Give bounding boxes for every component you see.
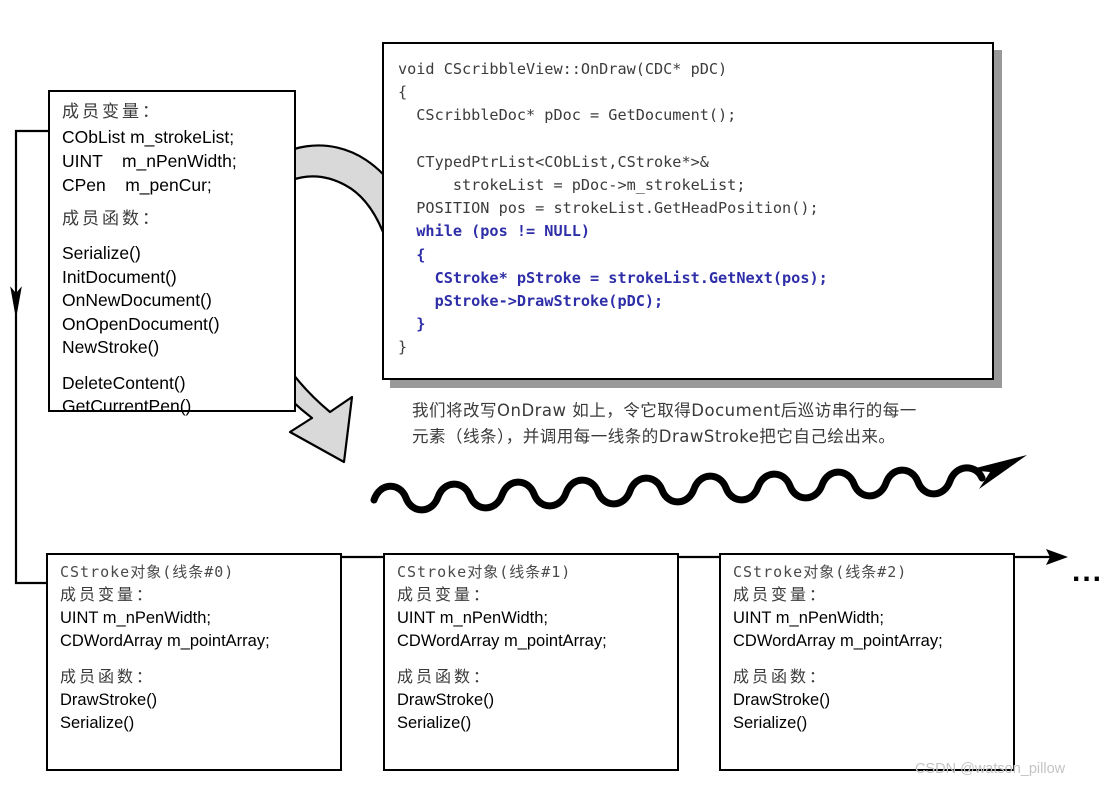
- code-line: }: [398, 338, 408, 357]
- doc-member-var: UINT m_nPenWidth;: [62, 151, 237, 171]
- doc-function: InitDocument(): [62, 266, 177, 287]
- cstroke-title: CStroke对象(线条#0): [60, 563, 235, 581]
- cstroke-function: DrawStroke(): [397, 691, 495, 709]
- code-line: void CScribbleView::OnDraw(CDC* pDC): [398, 60, 728, 78]
- cstroke-members-heading: 成员变量：: [733, 585, 829, 604]
- cstroke-member-var: UINT m_nPenWidth;: [733, 609, 884, 627]
- squiggle-arrow: [370, 455, 1027, 514]
- doc-member-var: CPen m_penCur;: [62, 175, 212, 195]
- chain-continues-ellipsis: ...: [1072, 555, 1104, 588]
- doc-function: GetCurrentPen(): [62, 396, 192, 416]
- strokelist-connector: [10, 129, 48, 585]
- cstroke-title: CStroke对象(线条#1): [397, 563, 572, 581]
- cstroke-member-var: CDWordArray m_pointArray;: [733, 632, 943, 650]
- caption-line-2: 元素（线条），并调用每一线条的DrawStroke把它自己绘出来。: [412, 427, 896, 446]
- doc-function: NewStroke(): [62, 337, 160, 357]
- cstroke-functions-heading: 成员函数：: [397, 667, 493, 686]
- cstroke-member-var: UINT m_nPenWidth;: [60, 609, 211, 627]
- doc-member-var: CObList m_strokeList;: [62, 127, 235, 147]
- ondraw-code-box: void CScribbleView::OnDraw(CDC* pDC) { C…: [382, 42, 994, 380]
- doc-function: Serialize(): [62, 243, 141, 263]
- cstroke-box-1: CStroke对象(线条#1) 成员变量： UINT m_nPenWidth; …: [383, 553, 679, 771]
- cstroke-members-heading: 成员变量：: [397, 585, 493, 604]
- watermark: CSDN @watson_pillow: [915, 761, 1066, 777]
- cstroke-box-0: CStroke对象(线条#0) 成员变量： UINT m_nPenWidth; …: [46, 553, 342, 771]
- cstroke-function: Serialize(): [60, 714, 135, 732]
- caption-text: 我们将改写OnDraw 如上，令它取得Document后巡访串行的每一 元素（线…: [412, 398, 1092, 450]
- caption-line-1: 我们将改写OnDraw 如上，令它取得Document后巡访串行的每一: [412, 401, 917, 420]
- code-line: pStroke->DrawStroke(pDC);: [398, 292, 664, 311]
- code-line: {: [398, 245, 426, 264]
- code-line: while (pos != NULL): [398, 222, 591, 241]
- cscribbledoc-box: 成员变量： CObList m_strokeList; UINT m_nPenW…: [48, 90, 296, 416]
- cstroke-member-var: CDWordArray m_pointArray;: [397, 632, 607, 650]
- code-line: POSITION pos = strokeList.GetHeadPositio…: [398, 199, 819, 218]
- code-line: }: [398, 315, 426, 334]
- code-line: CTypedPtrList<CObList,CStroke*>&: [398, 152, 709, 171]
- cstroke-function: DrawStroke(): [60, 691, 158, 709]
- cstroke-member-var: CDWordArray m_pointArray;: [60, 632, 270, 650]
- cstroke-function: DrawStroke(): [733, 691, 831, 709]
- doc-function: OnNewDocument(): [62, 290, 212, 310]
- cstroke-function: Serialize(): [733, 714, 808, 732]
- code-line: strokeList = pDoc->m_strokeList;: [398, 176, 746, 195]
- cstroke-function: Serialize(): [397, 714, 472, 732]
- doc-members-heading: 成员变量：: [62, 102, 162, 122]
- code-listing: void CScribbleView::OnDraw(CDC* pDC) { C…: [384, 44, 992, 360]
- cstroke-title: CStroke对象(线条#2): [733, 563, 908, 581]
- code-line: CStroke* pStroke = strokeList.GetNext(po…: [398, 268, 828, 287]
- cstroke-member-var: UINT m_nPenWidth;: [397, 609, 548, 627]
- cstroke-members-heading: 成员变量：: [60, 585, 156, 604]
- cstroke-functions-heading: 成员函数：: [733, 667, 829, 686]
- doc-function: DeleteContent(): [62, 372, 186, 393]
- diagram-canvas: 成员变量： CObList m_strokeList; UINT m_nPenW…: [0, 0, 1116, 791]
- code-line: CScribbleDoc* pDoc = GetDocument();: [398, 106, 737, 125]
- doc-function: OnOpenDocument(): [62, 313, 220, 334]
- cstroke-box-2: CStroke对象(线条#2) 成员变量： UINT m_nPenWidth; …: [719, 553, 1015, 771]
- cstroke-functions-heading: 成员函数：: [60, 667, 156, 686]
- doc-functions-heading: 成员函数：: [62, 209, 162, 229]
- code-line: {: [398, 83, 408, 102]
